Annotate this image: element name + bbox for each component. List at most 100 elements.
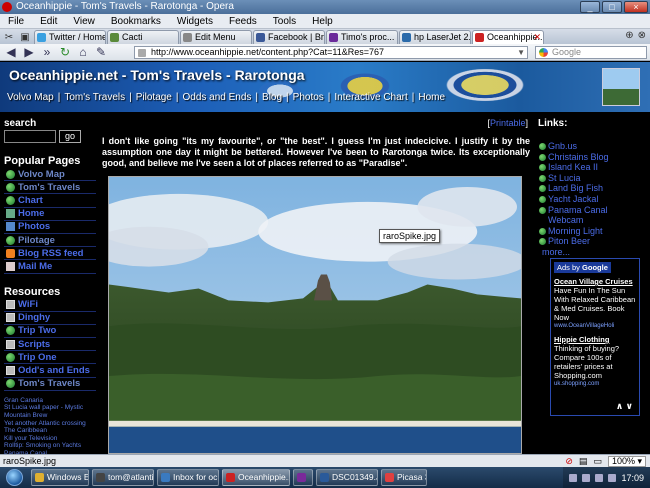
ad-url[interactable]: uk.shopping.com [554, 380, 636, 389]
block-icon[interactable]: ⊘ [565, 455, 573, 467]
new-tab-icon[interactable]: ⊕ [625, 30, 633, 41]
sidebar-link[interactable]: Dinghy [4, 312, 96, 325]
browser-tab[interactable]: hp LaserJet 2... [399, 30, 471, 44]
home-icon[interactable]: ⌂ [74, 45, 92, 60]
browser-tab[interactable]: Cacti [107, 30, 179, 44]
sidebar-link[interactable]: Home [4, 208, 96, 221]
site-nav-link[interactable]: Pilotage [136, 92, 172, 103]
site-nav-link[interactable]: Home [418, 92, 445, 103]
browser-tab[interactable]: Edit Menu [180, 30, 252, 44]
links-item[interactable]: Yacht Jackal [538, 194, 644, 205]
network-icon[interactable] [595, 473, 604, 482]
close-window-button[interactable]: × [624, 1, 648, 13]
site-search-go-button[interactable]: go [59, 130, 81, 143]
taskbar-button[interactable]: tom@atlanti... [92, 469, 154, 486]
sidebar-link[interactable]: Mail Me [4, 260, 96, 274]
sidebar-link[interactable]: Photos [4, 221, 96, 234]
menu-file[interactable]: File [0, 14, 32, 28]
browser-tab[interactable]: Timo's proc... [326, 30, 398, 44]
sidebar-link[interactable]: WiFi [4, 299, 96, 312]
fast-forward-icon[interactable]: » [38, 45, 56, 60]
links-item[interactable]: Christains Blog [538, 152, 644, 163]
ad-title-link[interactable]: Hippie Clothing [554, 335, 636, 344]
tray-icon[interactable] [582, 473, 591, 482]
links-item[interactable]: St Lucia [538, 173, 644, 184]
site-nav-link[interactable]: Interactive Chart [334, 92, 407, 103]
browser-tab[interactable]: Oceanhippie... ✕ [472, 30, 544, 44]
taskbar-button[interactable]: Oceanhippie... [222, 469, 290, 486]
reload-icon[interactable]: ↻ [56, 45, 74, 60]
taskbar-button[interactable]: Windows Ex... [31, 469, 89, 486]
menu-feeds[interactable]: Feeds [221, 14, 265, 28]
menu-edit[interactable]: Edit [32, 14, 65, 28]
sidebar-link[interactable]: Trip One [4, 351, 96, 365]
printable-link[interactable]: Printable [490, 118, 526, 128]
links-item[interactable]: Island Kea II [538, 162, 644, 173]
ad-title-link[interactable]: Ocean Village Cruises [554, 277, 636, 286]
sidebar-link[interactable]: Trip Two [4, 325, 96, 339]
menu-help[interactable]: Help [304, 14, 341, 28]
site-search-input[interactable] [4, 130, 56, 143]
small-link[interactable]: Kill your Television [4, 435, 96, 443]
site-nav-link[interactable]: Blog [262, 92, 282, 103]
site-nav-link[interactable]: Odds and Ends [182, 92, 251, 103]
browser-tab[interactable]: Facebook | Br... [253, 30, 325, 44]
taskbar-button[interactable] [293, 469, 313, 486]
site-nav-link[interactable]: Volvo Map [7, 92, 54, 103]
clock[interactable]: 17:09 [621, 473, 644, 483]
sidebar-link[interactable]: Volvo Map [4, 168, 96, 182]
zoom-control[interactable]: 100% ▾ [607, 456, 646, 467]
small-link[interactable]: Rolltip: Smoking on Yachts [4, 442, 96, 450]
trash-icon[interactable]: ▣ [18, 31, 32, 44]
links-item[interactable]: Panama Canal Webcam [538, 205, 644, 226]
sidebar-link[interactable]: Pilotage [4, 234, 96, 248]
ads-nav-arrows[interactable]: ∧ ∨ [616, 401, 633, 412]
sidebar-link[interactable]: Chart [4, 194, 96, 208]
site-nav-link[interactable]: Tom's Travels [64, 92, 125, 103]
sidebar-link[interactable]: Tom's Travels [4, 181, 96, 195]
search-field[interactable]: Google [535, 46, 647, 59]
ads-by-google-label[interactable]: Ads by Google [554, 262, 611, 273]
links-item[interactable]: Gnb.us [538, 141, 644, 152]
links-item[interactable]: Land Big Fish [538, 183, 644, 194]
view-icon[interactable]: ▭ [593, 455, 602, 467]
menu-bookmarks[interactable]: Bookmarks [103, 14, 169, 28]
address-field[interactable]: http://www.oceanhippie.net/content.php?C… [134, 46, 528, 59]
small-link[interactable]: The Caribbean [4, 427, 96, 435]
tray-icon[interactable] [569, 473, 578, 482]
forward-icon[interactable]: ▶ [20, 45, 38, 60]
minimize-button[interactable]: _ [580, 1, 600, 13]
browser-tab[interactable]: Twitter / Home [34, 30, 106, 44]
sidebar-link[interactable]: Odd's and Ends [4, 364, 96, 378]
menu-view[interactable]: View [65, 14, 103, 28]
taskbar-button[interactable]: Inbox for oc... [157, 469, 219, 486]
links-item[interactable]: Piton Beer [538, 236, 644, 247]
close-tab-icon[interactable]: ✕ [533, 31, 541, 44]
tools-icon[interactable]: ✂ [2, 31, 16, 44]
small-link[interactable]: St Lucia wall paper - Mystic Mountain Br… [4, 404, 96, 419]
wand-icon[interactable]: ✎ [92, 45, 110, 60]
address-dropdown-icon[interactable]: ▼ [517, 47, 525, 58]
links-item[interactable]: Morning Light [538, 226, 644, 237]
sidebar-link[interactable]: Scripts [4, 338, 96, 352]
ad-url[interactable]: www.OceanVillageHoli [554, 322, 636, 331]
sidebar-link[interactable]: Tom's Travels [4, 378, 96, 391]
maximize-button[interactable]: □ [602, 1, 622, 13]
links-more-link[interactable]: more... [538, 247, 644, 258]
small-link[interactable]: Gran Canaria [4, 397, 96, 405]
taskbar-button[interactable]: DSC01349.JP... [316, 469, 378, 486]
taskbar-button[interactable]: Picasa 3 [381, 469, 427, 486]
start-button[interactable] [0, 467, 28, 488]
back-icon[interactable]: ◀ [2, 45, 20, 60]
volume-icon[interactable] [608, 473, 617, 482]
small-link[interactable]: Yet another Atlantic crossing [4, 420, 96, 428]
menu-widgets[interactable]: Widgets [169, 14, 221, 28]
turbo-icon[interactable]: ▤ [579, 455, 588, 467]
sidebar-link[interactable]: Blog RSS feed [4, 247, 96, 261]
menu-tools[interactable]: Tools [265, 14, 304, 28]
close-tab-icon[interactable]: ⊗ [638, 30, 646, 41]
site-nav-link[interactable]: Photos [293, 92, 324, 103]
banner-thumbnail[interactable] [602, 68, 640, 106]
rarotonga-photo[interactable]: raroSpike.jpg [108, 176, 522, 454]
menu-bar: File Edit View Bookmarks Widgets Feeds Tools He… [0, 14, 650, 29]
